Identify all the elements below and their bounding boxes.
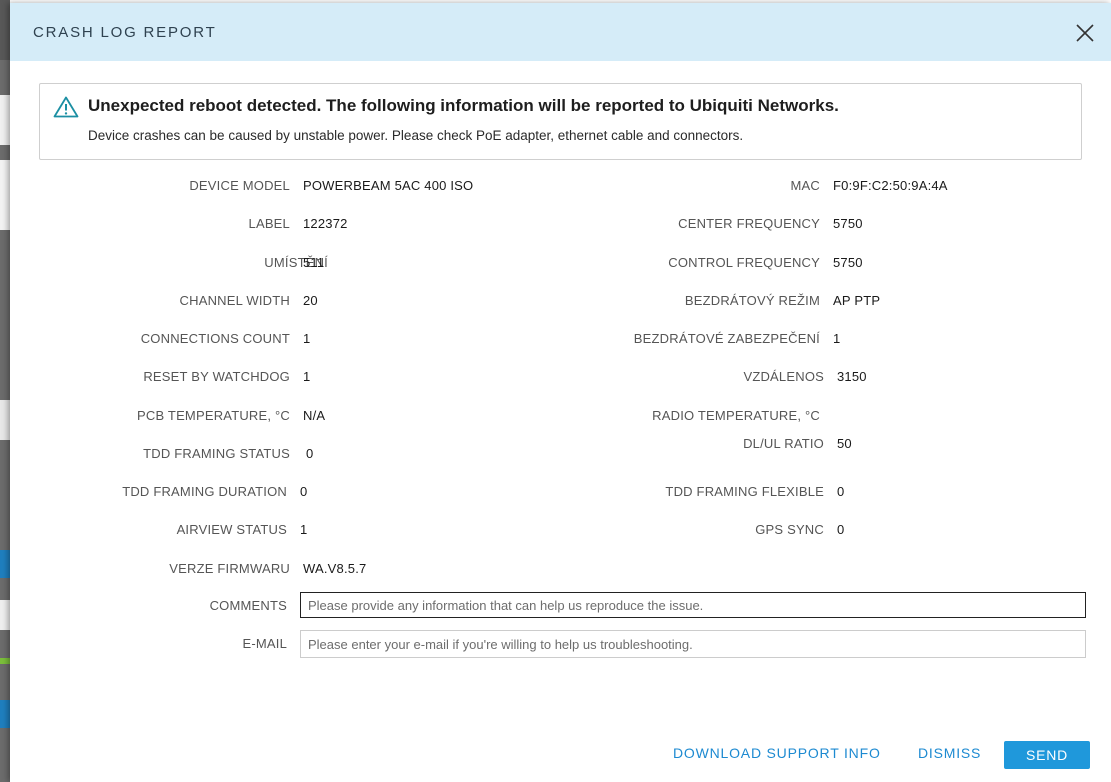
tdd-framing-duration-value: 0 [300,484,308,499]
location-value: 511 [303,255,325,270]
tdd-framing-duration-label: TDD FRAMING DURATION [122,484,287,499]
connections-count-value: 1 [303,331,311,346]
tdd-framing-status-label: TDD FRAMING STATUS [143,446,290,461]
distance-label: VZDÁLENOS [743,369,824,384]
gps-sync-value: 0 [837,522,845,537]
mac-value: F0:9F:C2:50:9A:4A [833,178,948,193]
close-button[interactable] [1074,22,1096,44]
pcb-temperature-label: PCB TEMPERATURE, °C [137,408,290,423]
control-frequency-value: 5750 [833,255,863,270]
email-label: E-MAIL [242,636,287,651]
wireless-security-value: 1 [833,331,841,346]
background-app-button [0,700,10,728]
reset-by-watchdog-label: RESET BY WATCHDOG [143,369,290,384]
label-value: 122372 [303,216,348,231]
warning-triangle-icon [53,96,79,118]
send-button[interactable]: SEND [1004,741,1090,769]
control-frequency-label: CONTROL FREQUENCY [668,255,820,270]
device-model-label: DEVICE MODEL [189,178,290,193]
wireless-mode-label: BEZDRÁTOVÝ REŽIM [684,293,820,308]
radio-temperature-label: RADIO TEMPERATURE, °C [652,408,820,423]
background-app-bar [0,0,10,60]
firmware-version-label: VERZE FIRMWARU [169,561,290,576]
background-app-panel [0,95,10,145]
gps-sync-label: GPS SYNC [755,522,824,537]
firmware-version-value: WA.V8.5.7 [303,561,367,576]
background-app-panel [0,160,10,230]
comments-label: COMMENTS [209,598,287,613]
dl-ul-ratio-value: 50 [837,436,852,451]
airview-status-label: AIRVIEW STATUS [176,522,287,537]
device-model-value: POWERBEAM 5AC 400 ISO [303,178,474,193]
dialog-title: CRASH LOG REPORT [33,24,217,41]
alert-description: Device crashes can be caused by unstable… [88,128,744,143]
pcb-temperature-value: N/A [303,408,326,423]
background-app [0,0,10,782]
email-input[interactable] [300,630,1086,658]
center-frequency-label: CENTER FREQUENCY [678,216,820,231]
crash-log-dialog: CRASH LOG REPORT Unexpected reboot detec… [10,3,1111,782]
label-label: LABEL [248,216,290,231]
comments-input[interactable] [300,592,1086,618]
tdd-framing-flexible-value: 0 [837,484,845,499]
channel-width-label: CHANNEL WIDTH [179,293,290,308]
dl-ul-ratio-label: DL/UL RATIO [743,436,824,451]
airview-status-value: 1 [300,522,308,537]
dialog-header: CRASH LOG REPORT [10,3,1111,61]
tdd-framing-flexible-label: TDD FRAMING FLEXIBLE [665,484,824,499]
reset-by-watchdog-value: 1 [303,369,311,384]
background-app-panel [0,400,10,440]
center-frequency-value: 5750 [833,216,863,231]
close-icon [1076,24,1094,42]
background-app-button [0,550,10,578]
tdd-framing-status-value: 0 [306,446,314,461]
distance-value: 3150 [837,369,867,384]
background-app-panel [0,600,10,630]
connections-count-label: CONNECTIONS COUNT [140,331,290,346]
dismiss-button[interactable]: DISMISS [918,745,981,761]
download-support-info-button[interactable]: DOWNLOAD SUPPORT INFO [673,745,881,761]
background-app-progress [0,658,10,664]
crash-alert-box: Unexpected reboot detected. The followin… [39,83,1082,160]
alert-title: Unexpected reboot detected. The followin… [88,96,839,115]
mac-label: MAC [790,178,820,193]
channel-width-value: 20 [303,293,318,308]
wireless-mode-value: AP PTP [833,293,881,308]
wireless-security-label: BEZDRÁTOVÉ ZABEZPEČENÍ [633,331,820,346]
